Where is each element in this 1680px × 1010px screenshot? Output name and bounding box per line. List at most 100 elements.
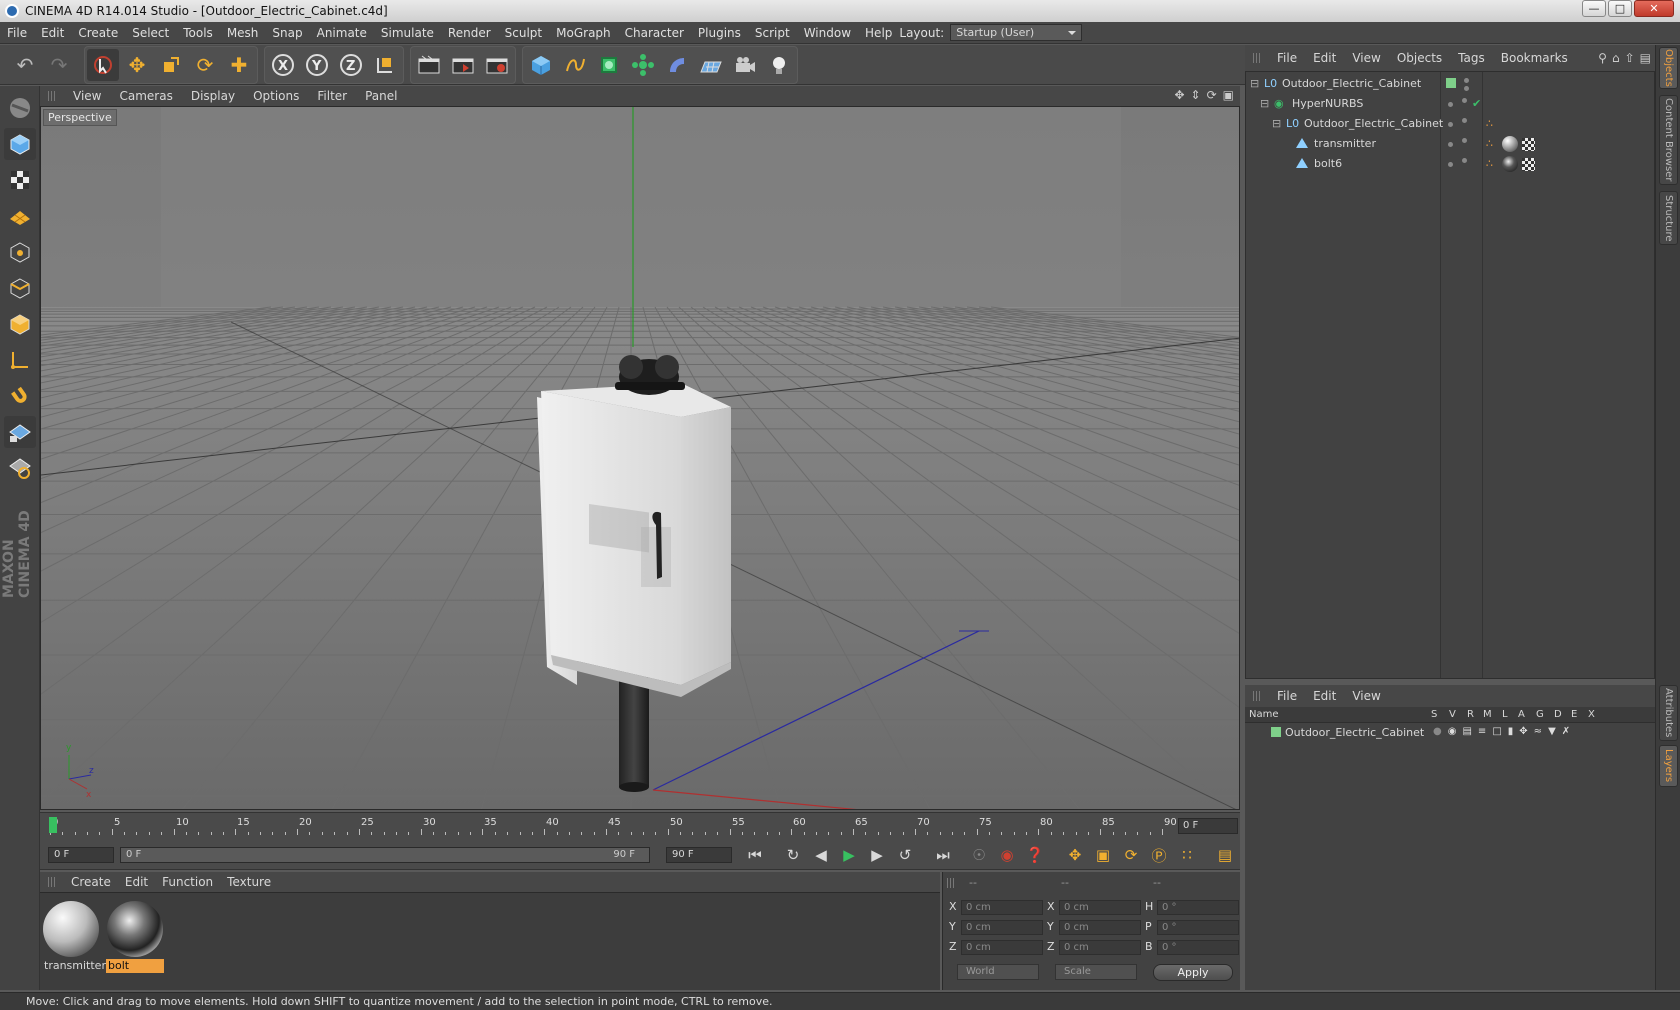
live-selection-icon[interactable] [87, 48, 119, 81]
polygons-mode-icon[interactable] [4, 308, 36, 340]
maximize-button[interactable]: □ [1608, 0, 1632, 17]
axis-mode-icon[interactable] [4, 344, 36, 376]
rotation-b-field[interactable]: 0 ° [1157, 940, 1239, 955]
render-visibility-dot[interactable] [1462, 118, 1467, 123]
size-y-field[interactable]: 0 cm [1059, 920, 1141, 935]
panel-grip[interactable] [48, 877, 56, 887]
material-swatch[interactable]: bolt [106, 899, 164, 973]
light-icon[interactable] [763, 49, 795, 81]
redo-icon[interactable]: ↷ [43, 49, 75, 81]
array-object-icon[interactable] [627, 49, 659, 81]
go-to-previous-keyframe-icon[interactable]: ↻ [780, 842, 806, 868]
viewport-menu-panel[interactable]: Panel [356, 89, 406, 103]
minimize-button[interactable]: — [1582, 0, 1606, 17]
material-menu-create[interactable]: Create [64, 875, 118, 889]
lock-icon[interactable]: □ [1492, 726, 1501, 737]
render-visibility-dot[interactable] [1462, 158, 1467, 163]
object-row[interactable]: ⊟ L0 Outdoor_Electric_Cabinet [1246, 74, 1654, 94]
menu-character[interactable]: Character [618, 26, 691, 40]
menu-help[interactable]: Help [858, 26, 899, 40]
xref-icon[interactable]: ✗ [1562, 726, 1570, 737]
z-axis-lock-icon[interactable]: Z [335, 49, 367, 81]
go-to-end-icon[interactable]: ⏭ [930, 842, 956, 868]
menu-script[interactable]: Script [748, 26, 797, 40]
render-to-picture-viewer-icon[interactable] [447, 49, 479, 81]
viewport-menu-filter[interactable]: Filter [308, 89, 356, 103]
home-icon[interactable]: ⌂ [1612, 51, 1620, 65]
key-rotation-icon[interactable]: ⟳ [1118, 842, 1144, 868]
menu-mograph[interactable]: MoGraph [549, 26, 618, 40]
position-z-field[interactable]: 0 cm [961, 940, 1043, 955]
menu-sculpt[interactable]: Sculpt [498, 26, 549, 40]
deformer-icon[interactable] [661, 49, 693, 81]
manager-icon[interactable]: ≡ [1478, 726, 1486, 737]
step-forward-icon[interactable]: ▶ [864, 842, 890, 868]
render-visibility-dot[interactable] [1464, 86, 1469, 91]
menu-plugins[interactable]: Plugins [691, 26, 748, 40]
size-z-field[interactable]: 0 cm [1059, 940, 1141, 955]
coordinate-system-icon[interactable] [369, 49, 401, 81]
key-parameter-icon[interactable]: Ⓟ [1146, 842, 1172, 868]
material-tag-icon[interactable] [1502, 156, 1518, 172]
timeline-ruler[interactable]: 051015202530354045505560657075808590 0 F [40, 812, 1240, 840]
tab-objects[interactable]: Objects [1659, 47, 1678, 89]
viewport-pan-icon[interactable]: ✥ [1174, 88, 1184, 102]
column-xrefs[interactable]: X [1588, 709, 1595, 720]
menu-create[interactable]: Create [71, 26, 125, 40]
menu-window[interactable]: Window [797, 26, 858, 40]
coordinate-space-dropdown[interactable]: World [957, 964, 1039, 980]
object-menu-objects[interactable]: Objects [1389, 51, 1450, 65]
object-menu-file[interactable]: File [1269, 51, 1305, 65]
timeline-window-icon[interactable]: ▤ [1212, 842, 1238, 868]
points-mode-icon[interactable] [4, 236, 36, 268]
add-object-icon[interactable]: ✚ [223, 49, 255, 81]
make-editable-icon[interactable] [4, 92, 36, 124]
column-render[interactable]: R [1467, 709, 1474, 720]
layer-color-swatch[interactable] [1271, 727, 1281, 737]
layer-menu-view[interactable]: View [1344, 689, 1388, 703]
solo-dot-icon[interactable]: ● [1433, 726, 1442, 737]
deformer-icon[interactable]: ≈ [1534, 726, 1542, 737]
material-tag-icon[interactable] [1502, 136, 1518, 152]
viewport-menu-display[interactable]: Display [182, 89, 244, 103]
position-y-field[interactable]: 0 cm [961, 920, 1043, 935]
key-point-level-icon[interactable]: ∷ [1174, 842, 1200, 868]
column-manager[interactable]: M [1483, 709, 1492, 720]
viewport-menu-options[interactable]: Options [244, 89, 308, 103]
column-generators[interactable]: G [1536, 709, 1544, 720]
current-frame-field[interactable]: 0 F [1178, 818, 1238, 834]
object-menu-edit[interactable]: Edit [1305, 51, 1344, 65]
perspective-viewport[interactable]: y z x Perspective [40, 106, 1240, 810]
object-row[interactable]: ⊟ ◉ HyperNURBS ✔ [1246, 94, 1654, 114]
material-swatch[interactable]: transmitter [42, 899, 106, 973]
viewport-toggle-icon[interactable]: ▣ [1223, 88, 1234, 102]
layer-menu-file[interactable]: File [1269, 689, 1305, 703]
material-menu-texture[interactable]: Texture [220, 875, 278, 889]
rotate-tool-icon[interactable]: ⟳ [189, 49, 221, 81]
viewport-zoom-icon[interactable]: ⇕ [1191, 88, 1201, 102]
generator-icon[interactable]: ✥ [1519, 726, 1527, 737]
key-scale-icon[interactable]: ▣ [1090, 842, 1116, 868]
layer-row[interactable]: Outdoor_Electric_Cabinet ● ◉ ▤ ≡ □ ▮ ✥ ≈… [1245, 723, 1653, 743]
column-locked[interactable]: L [1502, 709, 1508, 720]
go-to-next-keyframe-icon[interactable]: ↺ [892, 842, 918, 868]
editor-visibility-dot[interactable] [1448, 122, 1453, 127]
move-tool-icon[interactable]: ✥ [121, 49, 153, 81]
animation-icon[interactable]: ▮ [1508, 726, 1514, 737]
record-keys-icon[interactable]: ☉ [966, 842, 992, 868]
close-button[interactable]: ✕ [1634, 0, 1674, 17]
editor-visibility-dot[interactable] [1448, 102, 1453, 107]
auto-keying-icon[interactable]: ◉ [994, 842, 1020, 868]
menu-tools[interactable]: Tools [176, 26, 220, 40]
end-frame-field[interactable]: 90 F [666, 847, 732, 863]
layout-dropdown[interactable]: Startup (User) [950, 24, 1083, 41]
phong-tag-icon[interactable]: ∴ [1486, 137, 1493, 150]
menu-edit[interactable]: Edit [34, 26, 71, 40]
workplane-mode-icon[interactable] [4, 200, 36, 232]
frame-ruler[interactable]: 051015202530354045505560657075808590 [50, 817, 1177, 837]
object-row[interactable]: transmitter ∴ [1246, 134, 1654, 154]
column-name[interactable]: Name [1249, 709, 1279, 720]
column-view[interactable]: V [1449, 709, 1456, 720]
tab-structure[interactable]: Structure [1659, 191, 1678, 245]
expression-icon[interactable]: ▼ [1548, 726, 1556, 737]
